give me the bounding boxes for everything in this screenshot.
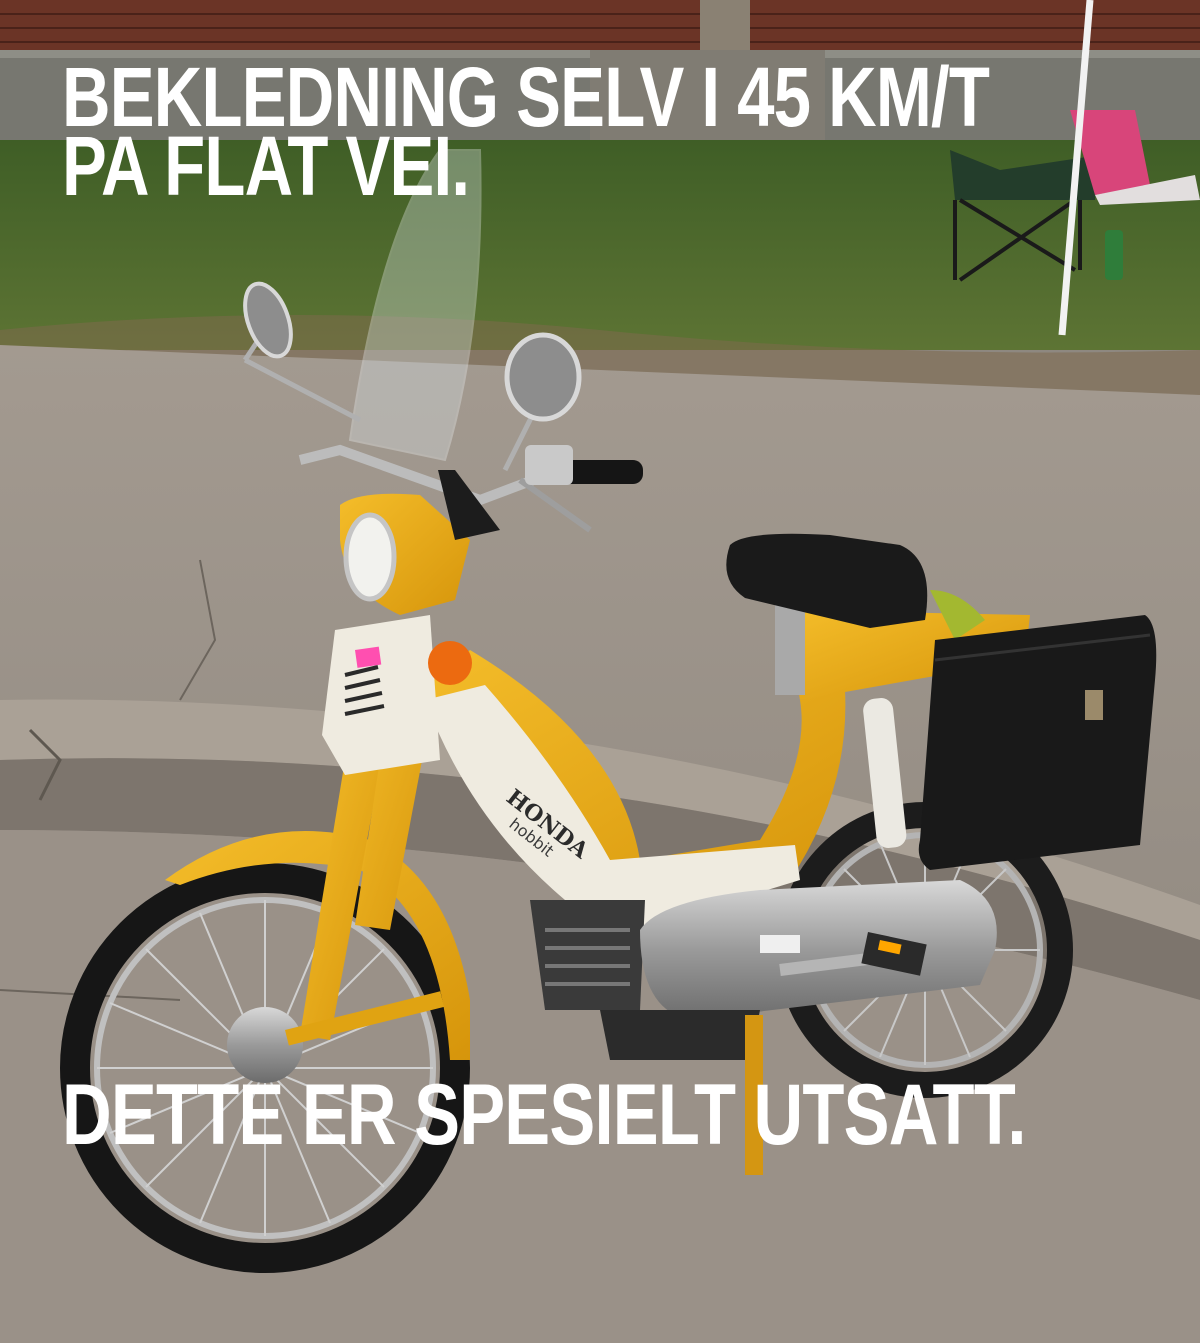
- turn-signal: [428, 641, 472, 685]
- saddlebag: [918, 615, 1157, 870]
- meme-bottom-line: DETTE ER SPESIELT UTSATT.: [62, 1067, 1026, 1163]
- meme-bottom-caption: DETTE ER SPESIELT UTSATT.: [62, 1067, 1026, 1163]
- meme-image: HONDA hobbit BEKLEDNING SELV I 45 KM/T P…: [0, 0, 1200, 1343]
- meme-top-caption: BEKLEDNING SELV I 45 KM/T PA FLAT VEI.: [62, 55, 990, 208]
